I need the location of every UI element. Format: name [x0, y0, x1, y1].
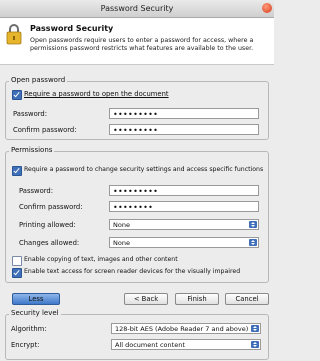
algorithm-label: Algorithm:	[11, 325, 47, 333]
algorithm-value: 128-bit AES (Adobe Reader 7 and above)	[115, 325, 249, 333]
dropdown-arrow-icon	[249, 221, 257, 228]
header-description: Open passwords require users to enter a …	[30, 37, 254, 52]
lock-icon	[6, 24, 22, 45]
title-bar: Password Security	[0, 0, 274, 18]
window-title: Password Security	[100, 4, 174, 13]
open-password-field[interactable]: •••••••••	[109, 108, 259, 119]
permissions-password-field[interactable]: •••••••••	[109, 185, 259, 196]
dropdown-arrow-icon	[249, 239, 257, 246]
cancel-button[interactable]: Cancel	[225, 293, 269, 305]
back-button[interactable]: < Back	[124, 293, 168, 305]
security-level-legend: Security level	[9, 309, 61, 317]
security-level-group: Security level	[5, 309, 269, 360]
permissions-legend: Permissions	[9, 146, 55, 154]
dropdown-arrow-icon	[251, 341, 259, 348]
printing-allowed-select[interactable]: None	[109, 219, 259, 230]
encrypt-select[interactable]: All document content	[111, 339, 261, 350]
open-confirm-field[interactable]: •••••••••	[109, 124, 259, 135]
enable-text-access-label: Enable text access for screen reader dev…	[24, 268, 241, 275]
require-permissions-password-checkbox[interactable]	[12, 166, 22, 176]
dropdown-arrow-icon	[251, 325, 259, 332]
less-button[interactable]: Less	[12, 293, 60, 305]
algorithm-select[interactable]: 128-bit AES (Adobe Reader 7 and above)	[111, 323, 261, 334]
enable-copying-checkbox[interactable]	[12, 256, 22, 266]
close-icon[interactable]	[262, 3, 272, 13]
printing-allowed-value: None	[113, 221, 130, 229]
open-password-label: Password:	[13, 110, 48, 118]
changes-allowed-label: Changes allowed:	[19, 239, 80, 247]
permissions-password-label: Password:	[19, 187, 54, 195]
permissions-confirm-field[interactable]: ••••••••	[109, 201, 259, 212]
require-open-password-label: Require a password to open the document	[24, 90, 169, 98]
encrypt-label: Encrypt:	[11, 341, 40, 349]
password-security-dialog: Password Security Password Security Open…	[0, 0, 274, 361]
require-permissions-password-label: Require a password to change security se…	[24, 166, 264, 173]
open-password-legend: Open password	[9, 76, 68, 84]
permissions-confirm-label: Confirm password:	[19, 203, 83, 211]
finish-button[interactable]: Finish	[175, 293, 219, 305]
header-title: Password Security	[30, 24, 114, 33]
open-confirm-label: Confirm password:	[13, 126, 77, 134]
dialog-header: Password Security Open passwords require…	[0, 18, 274, 65]
encrypt-value: All document content	[115, 341, 185, 349]
changes-allowed-select[interactable]: None	[109, 237, 259, 248]
require-open-password-checkbox[interactable]	[12, 90, 22, 100]
printing-allowed-label: Printing allowed:	[19, 221, 76, 229]
enable-text-access-checkbox[interactable]	[12, 268, 22, 278]
enable-copying-label: Enable copying of text, images and other…	[24, 256, 178, 263]
changes-allowed-value: None	[113, 239, 130, 247]
